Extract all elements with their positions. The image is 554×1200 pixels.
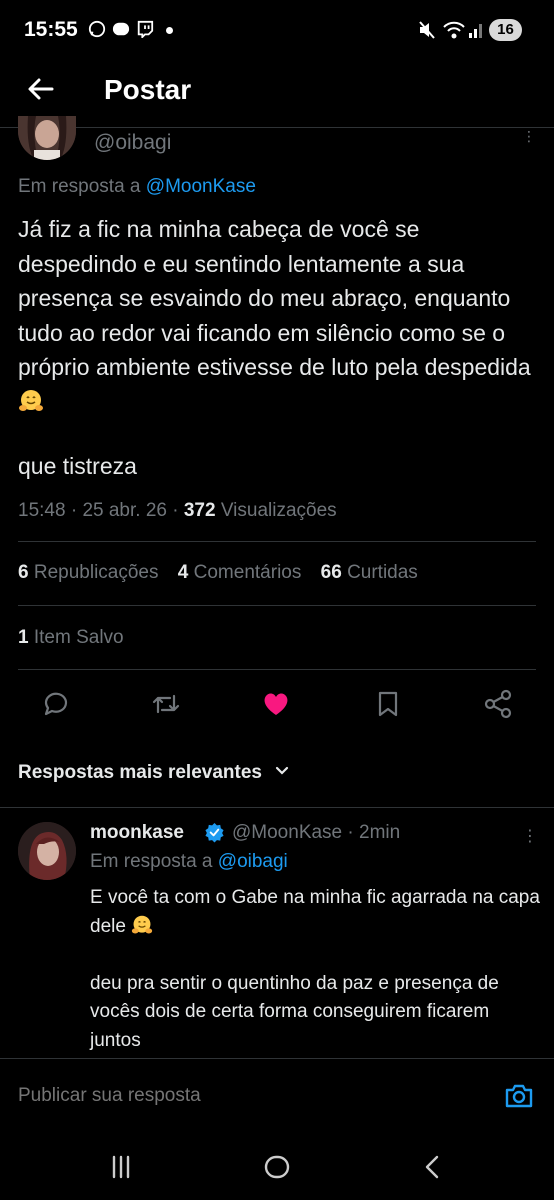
reply-to-line: Em resposta a @MoonKase bbox=[18, 176, 256, 198]
header-divider bbox=[0, 127, 554, 128]
notification-dot bbox=[166, 27, 173, 34]
share-icon[interactable] bbox=[482, 688, 514, 720]
heart-icon[interactable] bbox=[260, 688, 292, 720]
back-arrow-icon[interactable] bbox=[24, 72, 58, 106]
signal-icon bbox=[469, 24, 482, 38]
chevron-down-icon bbox=[276, 766, 289, 775]
wifi-icon bbox=[443, 21, 465, 39]
mute-icon bbox=[419, 21, 435, 39]
views-label[interactable]: Visualizações bbox=[221, 500, 337, 521]
reply-to-link[interactable]: @MoonKase bbox=[146, 176, 256, 197]
divider bbox=[18, 669, 536, 670]
weibo-icon bbox=[112, 22, 130, 36]
post-date: 25 abr. 26 bbox=[82, 500, 167, 521]
saved-stat[interactable]: 1 Item Salvo bbox=[18, 627, 124, 649]
battery-indicator: 16 bbox=[489, 19, 522, 41]
more-options-icon[interactable]: ⋮ bbox=[522, 128, 536, 145]
bookmark-icon[interactable] bbox=[372, 688, 404, 720]
header: Postar bbox=[0, 60, 554, 128]
reply-text-1: E você ta com o Gabe na minha fic agarra… bbox=[90, 887, 540, 937]
reply-to-link[interactable]: @oibagi bbox=[218, 851, 288, 872]
post-stats: 6 Republicações 4 Comentários 66 Curtida… bbox=[18, 562, 432, 584]
more-options-icon[interactable]: ⋮ bbox=[522, 826, 538, 846]
divider bbox=[0, 807, 554, 808]
back-icon[interactable] bbox=[418, 1152, 448, 1182]
reposts-stat[interactable]: 6 Republicações bbox=[18, 562, 159, 583]
likes-stat[interactable]: 66 Curtidas bbox=[321, 562, 418, 583]
reply-composer bbox=[0, 1058, 554, 1136]
status-bar: 15:55 16 bbox=[0, 0, 554, 60]
divider bbox=[18, 605, 536, 606]
page-title: Postar bbox=[104, 74, 192, 105]
twitch-icon bbox=[137, 20, 154, 38]
camera-icon[interactable] bbox=[504, 1081, 534, 1111]
reply-prefix: Em resposta a bbox=[90, 851, 213, 872]
reply-time: · 2min bbox=[347, 822, 401, 843]
reply-to-line: Em resposta a @oibagi bbox=[90, 851, 288, 873]
replies-sort-dropdown[interactable]: Respostas mais relevantes bbox=[18, 762, 289, 784]
hugging-face-emoji-icon bbox=[19, 389, 43, 411]
avatar-image bbox=[18, 822, 76, 880]
reply-author-name[interactable]: moonkase bbox=[90, 822, 184, 844]
reply-input[interactable] bbox=[18, 1085, 478, 1107]
hugging-face-emoji-icon bbox=[132, 915, 153, 933]
avatar[interactable] bbox=[18, 116, 76, 160]
avatar[interactable] bbox=[18, 822, 76, 880]
reply-author-handle[interactable]: @MoonKase · 2min bbox=[232, 822, 400, 844]
reply-text-2: deu pra sentir o quentinho da paz e pres… bbox=[90, 972, 499, 1051]
sort-label: Respostas mais relevantes bbox=[18, 762, 262, 783]
author-handle[interactable]: @oibagi bbox=[94, 131, 171, 155]
recent-apps-icon[interactable] bbox=[106, 1152, 136, 1182]
reply-icon[interactable] bbox=[40, 688, 72, 720]
post-text-extra: que tistreza bbox=[18, 453, 137, 479]
home-icon[interactable] bbox=[262, 1152, 292, 1182]
comments-stat[interactable]: 4 Comentários bbox=[178, 562, 302, 583]
verified-badge-icon bbox=[205, 822, 224, 843]
whatsapp-icon bbox=[88, 20, 106, 38]
post-time: 15:48 bbox=[18, 500, 66, 521]
post-meta: 15:48 · 25 abr. 26 · 372 Visualizações bbox=[18, 500, 337, 521]
retweet-icon[interactable] bbox=[150, 688, 182, 720]
post-text-content: Já fiz a fic na minha cabeça de você se … bbox=[18, 216, 531, 380]
avatar-image bbox=[18, 116, 76, 160]
status-time: 15:55 bbox=[24, 18, 78, 41]
views-count: 372 bbox=[183, 500, 216, 521]
system-nav-bar bbox=[0, 1136, 554, 1200]
reply-text: E você ta com o Gabe na minha fic agarra… bbox=[90, 884, 540, 1055]
reply-prefix: Em resposta a bbox=[18, 176, 141, 197]
divider bbox=[18, 541, 536, 542]
post-text: Já fiz a fic na minha cabeça de você se … bbox=[18, 212, 538, 419]
